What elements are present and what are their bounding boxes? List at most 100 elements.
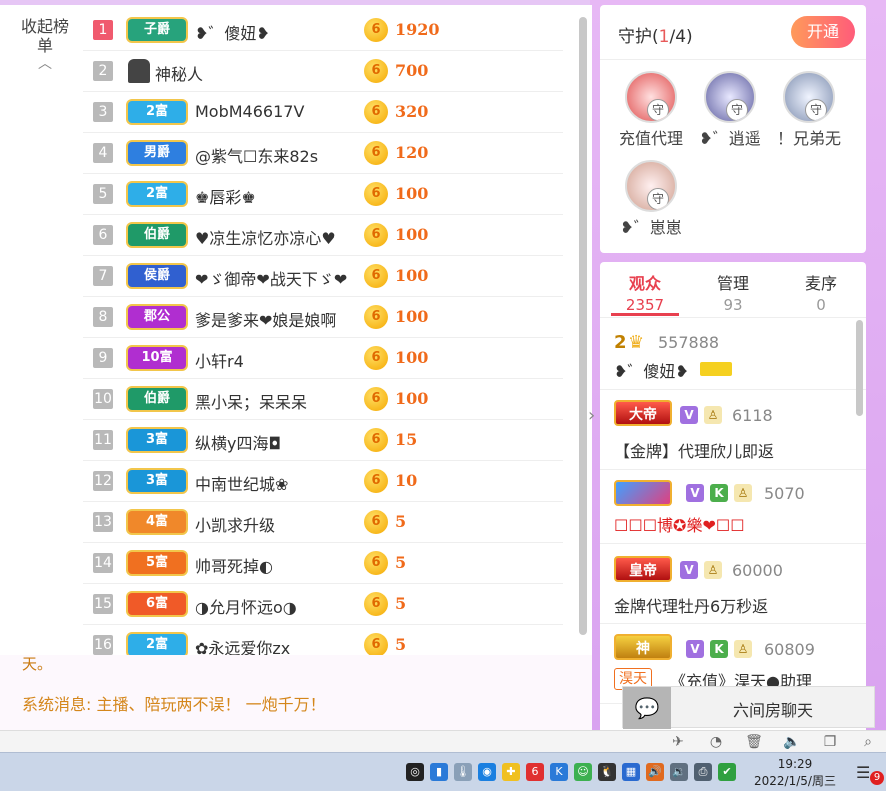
vip-v-icon: V bbox=[680, 561, 698, 579]
security-shield-icon[interactable]: ✔ bbox=[718, 763, 736, 781]
leaderboard-row[interactable]: 2 神秘人 6 700 bbox=[83, 51, 563, 92]
guard-title: 守护(1/4) bbox=[618, 27, 693, 47]
rocket-icon[interactable]: ✈ bbox=[668, 732, 688, 752]
user-name[interactable]: 纵横y四海◘ bbox=[195, 430, 365, 454]
user-name[interactable]: ❤ゞ御帝❤战天下ゞ❤ bbox=[195, 266, 365, 290]
tray-app-icon[interactable]: ◉ bbox=[478, 763, 496, 781]
tab-mic-queue[interactable]: 麦序 0 bbox=[778, 270, 864, 314]
guard-count-total: /4 bbox=[669, 27, 687, 47]
rank-badge: 3富 bbox=[128, 429, 186, 451]
user-name[interactable]: ♚唇彩♚ bbox=[195, 184, 365, 208]
qq-icon[interactable]: 🐧 bbox=[598, 763, 616, 781]
tray-app-icon[interactable]: K bbox=[550, 763, 568, 781]
rank-number: 13 bbox=[93, 512, 113, 532]
coin-icon: 6 bbox=[364, 633, 388, 655]
rank-badge: 郡公 bbox=[128, 306, 186, 328]
leaderboard-row[interactable]: 11 3富 纵横y四海◘ 6 15 bbox=[83, 420, 563, 461]
clock-time: 19:29 bbox=[777, 757, 813, 771]
rank-number: 10 bbox=[93, 389, 113, 409]
leaderboard-row[interactable]: 1 子爵 ❥゛傻妞❥ 6 1920 bbox=[83, 10, 563, 51]
score: 320 bbox=[395, 102, 429, 121]
guard-tag: 守 bbox=[726, 99, 748, 121]
rank-number: 14 bbox=[93, 553, 113, 573]
audience-item[interactable]: 2 ♛ 557888 ❥゛傻妞❥ bbox=[600, 318, 866, 390]
volume-icon[interactable]: 🔈 bbox=[782, 732, 802, 752]
popout-icon[interactable]: ❐ bbox=[820, 732, 840, 752]
user-name[interactable]: 小轩r4 bbox=[195, 348, 365, 372]
rank-badge: 3富 bbox=[128, 470, 186, 492]
chevron-right-icon[interactable]: › bbox=[588, 405, 600, 426]
tray-app-icon[interactable]: ▦ bbox=[622, 763, 640, 781]
audience-item[interactable]: 皇帝 V ♙ 60000 金牌代理牡丹6万秒返 bbox=[600, 544, 866, 624]
rank-number: 4 bbox=[93, 143, 113, 163]
leaderboard-row[interactable]: 8 郡公 爹是爹来❤娘是娘啊 6 100 bbox=[83, 297, 563, 338]
leaderboard-row[interactable]: 12 3富 中南世纪城❀ 6 10 bbox=[83, 461, 563, 502]
leaderboard-row[interactable]: 7 侯爵 ❤ゞ御帝❤战天下ゞ❤ 6 100 bbox=[83, 256, 563, 297]
coin-icon: 6 bbox=[364, 305, 388, 329]
search-icon[interactable]: ⌕ bbox=[858, 732, 878, 752]
user-name[interactable]: 中南世纪城❀ bbox=[195, 471, 365, 495]
leaderboard-row[interactable]: 10 伯爵 黑小呆；呆呆呆 6 100 bbox=[83, 379, 563, 420]
audience-scrollbar[interactable] bbox=[856, 320, 863, 416]
user-name[interactable]: 爹是爹来❤娘是娘啊 bbox=[195, 307, 365, 331]
vip-v-icon: V bbox=[686, 640, 704, 658]
guard-member[interactable]: 守 ❥゛崽崽 bbox=[612, 160, 690, 238]
leaderboard-row[interactable]: 5 2富 ♚唇彩♚ 6 100 bbox=[83, 174, 563, 215]
audience-item[interactable]: 大帝 V ♙ 6118 【金牌】代理欣儿即返 bbox=[600, 390, 866, 470]
leaderboard-row[interactable]: 6 伯爵 ♥凉生凉忆亦凉心♥ 6 100 bbox=[83, 215, 563, 256]
user-name[interactable]: ✿永远爱你zx bbox=[195, 635, 365, 655]
rank-number: 5 bbox=[93, 184, 113, 204]
tray-app-icon[interactable]: ▮ bbox=[430, 763, 448, 781]
leaderboard-row[interactable]: 16 2富 ✿永远爱你zx 6 5 bbox=[83, 625, 563, 655]
tray-app-icon[interactable]: ☺ bbox=[574, 763, 592, 781]
leaderboard-row[interactable]: 14 5富 帅哥死掉◐ 6 5 bbox=[83, 543, 563, 584]
user-name[interactable]: ♥凉生凉忆亦凉心♥ bbox=[195, 225, 365, 249]
score: 100 bbox=[395, 184, 429, 203]
user-name[interactable]: 黑小呆；呆呆呆 bbox=[195, 389, 365, 413]
speaker-icon[interactable]: 🔊 bbox=[646, 763, 664, 781]
system-clock[interactable]: 19:29 2022/1/5/周三 bbox=[745, 756, 845, 790]
guard-member[interactable]: 守 充值代理 bbox=[612, 71, 690, 149]
score: 5 bbox=[395, 553, 407, 572]
leaderboard-scrollbar[interactable] bbox=[579, 17, 587, 635]
user-card-icon: ♙ bbox=[704, 406, 722, 424]
rank-number: 7 bbox=[93, 266, 113, 286]
open-guard-button[interactable]: 开通 bbox=[791, 16, 855, 48]
tab-admins[interactable]: 管理 93 bbox=[690, 270, 776, 314]
thermometer-icon[interactable]: 🌡 bbox=[454, 763, 472, 781]
user-name[interactable]: 帅哥死掉◐ bbox=[195, 553, 365, 577]
score: 100 bbox=[395, 266, 429, 285]
user-name[interactable]: MobM46617V bbox=[195, 102, 365, 121]
network-icon[interactable]: ⎙ bbox=[694, 763, 712, 781]
leaderboard-row[interactable]: 4 男爵 @紫气☐东来82s 6 120 bbox=[83, 133, 563, 174]
guard-member[interactable]: 守 ！兄弟无 bbox=[770, 71, 848, 149]
trash-icon[interactable]: 🗑 bbox=[744, 732, 764, 752]
user-name[interactable]: 小凯求升级 bbox=[195, 512, 365, 536]
user-name[interactable]: @紫气☐东来82s bbox=[195, 143, 365, 167]
user-name[interactable]: ◑允月怀远ο◑ bbox=[195, 594, 365, 618]
guard-tag: 守 bbox=[647, 99, 669, 121]
tray-app-icon[interactable]: ✚ bbox=[502, 763, 520, 781]
user-name[interactable]: 神秘人 bbox=[155, 61, 325, 85]
rank-badge: 2富 bbox=[128, 183, 186, 205]
leaderboard-row[interactable]: 9 10富 小轩r4 6 100 bbox=[83, 338, 563, 379]
tray-app-icon[interactable]: 6 bbox=[526, 763, 544, 781]
tab-audience[interactable]: 观众 2357 bbox=[602, 270, 688, 314]
leaderboard-row[interactable]: 13 4富 小凯求升级 6 5 bbox=[83, 502, 563, 543]
user-name: ❥゛傻妞❥ bbox=[614, 362, 689, 381]
leaderboard-row[interactable]: 3 2富 MobM46617V 6 320 bbox=[83, 92, 563, 133]
notification-icon[interactable]: ☰ 9 bbox=[856, 763, 884, 785]
collapse-leaderboard-button[interactable]: 收起榜单 ︿ bbox=[20, 17, 70, 71]
user-id: 60000 bbox=[732, 561, 783, 580]
tray-app-icon[interactable]: ◎ bbox=[406, 763, 424, 781]
speed-icon[interactable]: ◔ bbox=[706, 732, 726, 752]
user-name[interactable]: ❥゛傻妞❥ bbox=[195, 20, 365, 44]
coin-icon: 6 bbox=[364, 551, 388, 575]
leaderboard-row[interactable]: 15 6富 ◑允月怀远ο◑ 6 5 bbox=[83, 584, 563, 625]
coin-icon: 6 bbox=[364, 18, 388, 42]
user-id: 6118 bbox=[732, 406, 773, 425]
volume-icon[interactable]: 🔉 bbox=[670, 763, 688, 781]
guard-member[interactable]: 守 ❥゛逍遥 bbox=[691, 71, 769, 149]
audience-item[interactable]: V K ♙ 5070 ☐☐☐博✪樂❤☐☐ bbox=[600, 470, 866, 544]
open-chat-button[interactable]: 💬 六间房聊天 bbox=[622, 686, 875, 729]
